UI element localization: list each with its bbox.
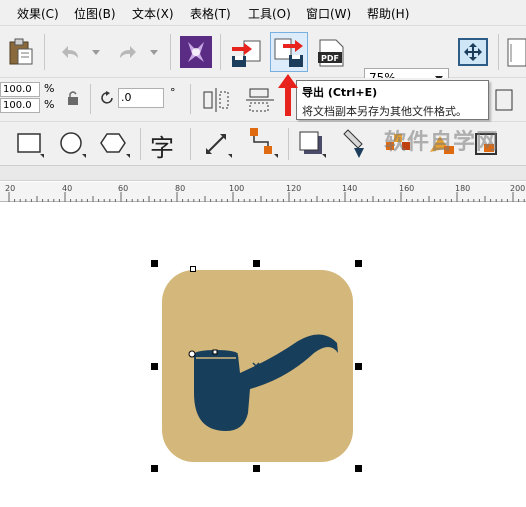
toolbar-separator (190, 84, 191, 114)
corel-connect-icon[interactable] (180, 36, 212, 68)
ruler-label: 200 (510, 184, 526, 193)
redo-icon[interactable] (116, 42, 140, 62)
toolbar-separator (170, 34, 171, 70)
ruler-label: 80 (175, 184, 186, 193)
options-icon[interactable] (506, 38, 526, 68)
selection-handle-top-right[interactable] (355, 260, 362, 267)
text-tool-icon[interactable]: 字 (150, 128, 174, 163)
selection-handle-bottom-right[interactable] (355, 465, 362, 472)
toolbar-separator (220, 34, 221, 70)
drawing-canvas[interactable] (0, 203, 526, 507)
mirror-vertical-icon[interactable] (244, 86, 276, 114)
toolbar-separator (190, 128, 191, 160)
pdf-label: PDF (321, 54, 339, 63)
selection-handle-top[interactable] (253, 260, 260, 267)
export-tooltip: 导出 (Ctrl+E) 将文档副本另存为其他文件格式。 (296, 80, 489, 120)
ellipse-tool-icon[interactable] (56, 128, 88, 160)
menu-table[interactable]: 表格(T) (190, 5, 231, 22)
menu-bitmaps[interactable]: 位图(B) (74, 5, 116, 22)
redo-dropdown-icon[interactable] (150, 50, 158, 56)
scale-y-input[interactable]: 100.0 (0, 98, 40, 113)
menu-help[interactable]: 帮助(H) (367, 5, 409, 22)
toolbar-separator (90, 84, 91, 114)
selection-handle-top-left[interactable] (151, 260, 158, 267)
menu-tools[interactable]: 工具(O) (248, 5, 291, 22)
polygon-tool-icon[interactable] (98, 128, 132, 160)
toolbar-separator (44, 34, 45, 70)
undo-dropdown-icon[interactable] (92, 50, 100, 56)
toolbar-separator (288, 128, 289, 160)
ruler-label: 100 (229, 184, 245, 193)
undo-icon[interactable] (58, 42, 82, 62)
eyedropper-tool-icon[interactable] (338, 126, 372, 160)
clipboard-icon[interactable] (6, 38, 36, 66)
selection-handle-bottom[interactable] (253, 465, 260, 472)
lock-ratio-icon[interactable] (66, 90, 80, 106)
pdf-icon[interactable]: PDF (316, 38, 350, 68)
ruler-label: 160 (399, 184, 415, 193)
toolbar-separator (498, 34, 499, 70)
menu-text[interactable]: 文本(X) (132, 5, 174, 22)
node-handle[interactable] (190, 266, 196, 272)
import-icon[interactable] (230, 38, 264, 68)
drop-shadow-tool-icon[interactable] (296, 128, 328, 160)
watermark: 软件自学网 (384, 130, 500, 155)
mirror-horizontal-icon[interactable] (200, 86, 232, 114)
selection-handle-right[interactable] (355, 363, 362, 370)
node-handle[interactable] (212, 349, 218, 355)
ruler-label: 140 (342, 184, 358, 193)
toolbar-separator (140, 128, 141, 160)
scale-x-unit: % (44, 82, 55, 95)
ruler-label: 60 (118, 184, 129, 193)
selection-handle-bottom-left[interactable] (151, 465, 158, 472)
scale-y-unit: % (44, 98, 55, 111)
ruler-label: 120 (286, 184, 302, 193)
ruler-ticks (8, 192, 525, 202)
selection-handle-left[interactable] (151, 363, 158, 370)
horizontal-ruler[interactable]: 20 40 60 80 100 120 140 160 180 200 (0, 182, 526, 202)
pointer-arrow-icon (278, 74, 298, 116)
rotation-unit: ° (170, 86, 176, 99)
fullscreen-icon[interactable] (458, 38, 488, 66)
rotation-input[interactable]: .0 (118, 88, 164, 108)
dimension-tool-icon[interactable] (202, 128, 234, 160)
toolbar-strip (0, 166, 526, 181)
artwork[interactable] (0, 203, 526, 507)
menu-bar: 效果(C) 位图(B) 文本(X) 表格(T) 工具(O) 窗口(W) 帮助(H… (0, 0, 526, 26)
standard-toolbar: PDF 75% (0, 26, 526, 89)
scale-x-input[interactable]: 100.0 (0, 82, 40, 97)
arrange-icon[interactable] (492, 86, 516, 114)
ruler-label: 180 (455, 184, 471, 193)
export-icon[interactable] (271, 33, 307, 71)
node-handle[interactable] (188, 350, 196, 358)
ruler-label: 20 (5, 184, 16, 193)
connector-tool-icon[interactable] (246, 126, 280, 160)
rectangle-tool-icon[interactable] (14, 128, 46, 160)
ruler-label: 40 (62, 184, 73, 193)
menu-window[interactable]: 窗口(W) (306, 5, 351, 22)
menu-effects[interactable]: 效果(C) (17, 5, 59, 22)
export-button[interactable] (270, 32, 308, 72)
tooltip-title: 导出 (Ctrl+E) (302, 86, 378, 99)
rotate-icon (101, 91, 113, 104)
tooltip-description: 将文档副本另存为其他文件格式。 (302, 105, 467, 118)
